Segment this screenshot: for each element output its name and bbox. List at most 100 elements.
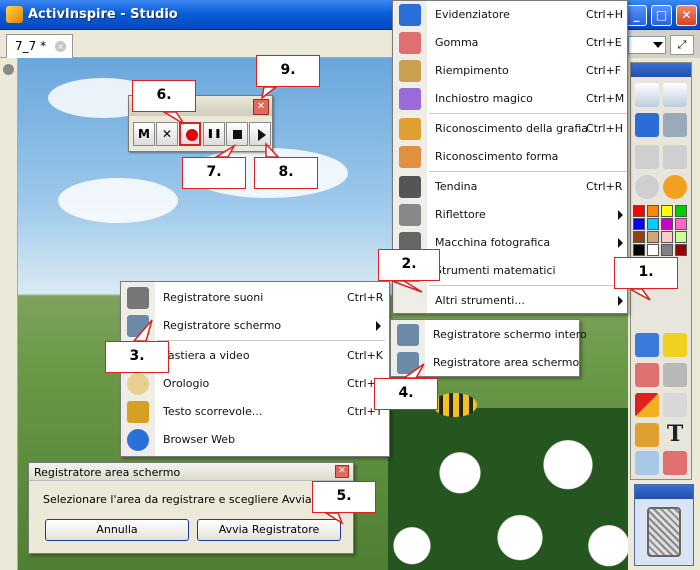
color-swatch[interactable] bbox=[633, 244, 645, 256]
forward-icon[interactable] bbox=[663, 145, 687, 169]
menu-item-label: Tendina bbox=[435, 180, 478, 193]
dialog-title: Registratore area schermo bbox=[34, 466, 181, 479]
submenu-arrow-icon bbox=[618, 238, 623, 248]
menu-item-shortcut: Ctrl+R bbox=[586, 180, 623, 193]
select-arrow-icon[interactable] bbox=[635, 303, 659, 327]
gear-icon[interactable] bbox=[3, 64, 14, 75]
screen-recorder-icon bbox=[127, 315, 149, 337]
more-tools-menu-item[interactable]: Testo scorrevole... Ctrl+T bbox=[121, 398, 389, 426]
connector-icon[interactable] bbox=[663, 393, 687, 417]
bee-icon bbox=[433, 393, 477, 417]
tools-menu-item[interactable]: Riconoscimento della grafia Ctrl+H bbox=[393, 115, 627, 143]
trash-bin-icon[interactable] bbox=[647, 507, 681, 557]
screen-recorder-submenu-item[interactable]: Registratore area schermo bbox=[391, 349, 579, 377]
stop-button[interactable] bbox=[226, 122, 248, 146]
tools-menu-item[interactable]: Riflettore bbox=[393, 201, 627, 229]
color-swatch[interactable] bbox=[647, 205, 659, 217]
screen-recorder-submenu-item[interactable]: Registratore schermo intero bbox=[391, 321, 587, 349]
shape-recognition-icon bbox=[399, 146, 421, 168]
tools-menu-item[interactable]: Macchina fotografica bbox=[393, 229, 627, 257]
tools-menu-item[interactable]: Riempimento Ctrl+F bbox=[393, 57, 627, 85]
fill-bucket-icon[interactable] bbox=[663, 363, 687, 387]
record-button[interactable] bbox=[179, 122, 201, 146]
menu-separator bbox=[429, 285, 627, 286]
more-tools-menu-item[interactable]: Browser Web bbox=[121, 426, 389, 454]
clipart-icon[interactable] bbox=[635, 423, 659, 447]
tools-menu-item[interactable]: Tendina Ctrl+R bbox=[393, 173, 627, 201]
menu-item-shortcut: Ctrl+E bbox=[586, 36, 622, 49]
menu-item-label: Altri strumenti... bbox=[435, 294, 525, 307]
menu-item-label: Inchiostro magico bbox=[435, 92, 533, 105]
more-tools-menu-item[interactable]: Registratore schermo bbox=[121, 312, 389, 340]
revealer-icon bbox=[399, 176, 421, 198]
trash-panel-header[interactable] bbox=[635, 485, 693, 499]
more-tools-menu-item[interactable]: Registratore suoni Ctrl+R bbox=[121, 284, 389, 312]
maximize-button[interactable]: □ bbox=[651, 5, 672, 26]
shapes-icon[interactable] bbox=[635, 393, 659, 417]
text-tool-icon[interactable]: T bbox=[663, 421, 687, 447]
zoom-dropdown[interactable] bbox=[628, 36, 666, 54]
cancel-button[interactable]: Annulla bbox=[45, 519, 189, 541]
document-icon[interactable] bbox=[663, 83, 687, 107]
tools-icon[interactable] bbox=[663, 303, 687, 327]
dialog-header[interactable]: Registratore area schermo ✕ bbox=[29, 463, 353, 481]
pause-button[interactable]: ❚❚ bbox=[203, 122, 225, 146]
toolbox-header[interactable] bbox=[631, 63, 691, 77]
color-swatch[interactable] bbox=[661, 244, 673, 256]
more-tools-menu-item[interactable]: Orologio Ctrl+L bbox=[121, 370, 389, 398]
fullscreen-icon[interactable]: ⤢ bbox=[670, 35, 694, 55]
tab-close-icon[interactable]: × bbox=[55, 41, 67, 52]
pen-tool-icon[interactable] bbox=[635, 113, 659, 137]
eraser-icon[interactable] bbox=[635, 363, 659, 387]
tools-menu-item[interactable]: Inchiostro magico Ctrl+M bbox=[393, 85, 627, 113]
tools-menu-item[interactable]: Evidenziatore Ctrl+H bbox=[393, 1, 627, 29]
menu-item-label: Riconoscimento forma bbox=[435, 150, 559, 163]
play-button[interactable] bbox=[249, 122, 271, 146]
pen-icon[interactable] bbox=[635, 333, 659, 357]
more-tools-menu-item[interactable]: Tastiera a video Ctrl+K bbox=[121, 342, 389, 370]
play-icon[interactable] bbox=[635, 175, 659, 199]
tools-menu-item[interactable]: Strumenti matematici bbox=[393, 257, 627, 285]
tools-menu-item[interactable]: Riconoscimento forma bbox=[393, 143, 627, 171]
spray-icon[interactable] bbox=[635, 451, 659, 475]
color-swatch[interactable] bbox=[633, 231, 645, 243]
color-swatch[interactable] bbox=[675, 231, 687, 243]
dialog-close-button[interactable]: ✕ bbox=[335, 465, 349, 478]
cloud-decoration bbox=[188, 148, 348, 198]
tools-menu-item[interactable]: Altri strumenti... bbox=[393, 287, 627, 315]
menu-item-shortcut: Ctrl+M bbox=[586, 92, 625, 105]
color-swatch[interactable] bbox=[675, 205, 687, 217]
chevron-down-icon bbox=[653, 42, 663, 48]
mute-button[interactable]: M bbox=[133, 122, 155, 146]
close-button[interactable]: ✕ bbox=[676, 5, 697, 26]
color-swatch[interactable] bbox=[647, 218, 659, 230]
menu-item-label: Registratore area schermo bbox=[433, 356, 580, 369]
more-tools-menu: Registratore suoni Ctrl+R Registratore sch… bbox=[120, 281, 390, 457]
color-swatch[interactable] bbox=[661, 231, 673, 243]
keyboard-icon bbox=[127, 345, 149, 367]
stop-icon bbox=[233, 130, 242, 139]
document-tab[interactable]: 7_7 * × bbox=[6, 34, 74, 58]
pages-icon[interactable] bbox=[663, 113, 687, 137]
color-swatch[interactable] bbox=[647, 244, 659, 256]
left-strip bbox=[0, 58, 18, 570]
refresh-icon[interactable] bbox=[663, 175, 687, 199]
start-recorder-button[interactable]: Avvia Registratore bbox=[197, 519, 341, 541]
discard-button[interactable]: ✕ bbox=[156, 122, 178, 146]
menu-item-label: Testo scorrevole... bbox=[163, 405, 263, 418]
browser-icon[interactable] bbox=[635, 83, 659, 107]
color-swatch[interactable] bbox=[661, 205, 673, 217]
back-icon[interactable] bbox=[635, 145, 659, 169]
reset-icon[interactable] bbox=[663, 451, 687, 475]
recorder-close-button[interactable]: ✕ bbox=[253, 99, 269, 115]
color-swatch[interactable] bbox=[661, 218, 673, 230]
color-swatch[interactable] bbox=[633, 218, 645, 230]
color-swatch[interactable] bbox=[647, 231, 659, 243]
minimize-button[interactable]: _ bbox=[626, 5, 647, 26]
color-swatch[interactable] bbox=[633, 205, 645, 217]
color-swatch[interactable] bbox=[675, 244, 687, 256]
tools-menu-item[interactable]: Gomma Ctrl+E bbox=[393, 29, 627, 57]
highlighter-icon[interactable] bbox=[663, 333, 687, 357]
recorder-toolbar-header[interactable] bbox=[129, 96, 272, 116]
color-swatch[interactable] bbox=[675, 218, 687, 230]
